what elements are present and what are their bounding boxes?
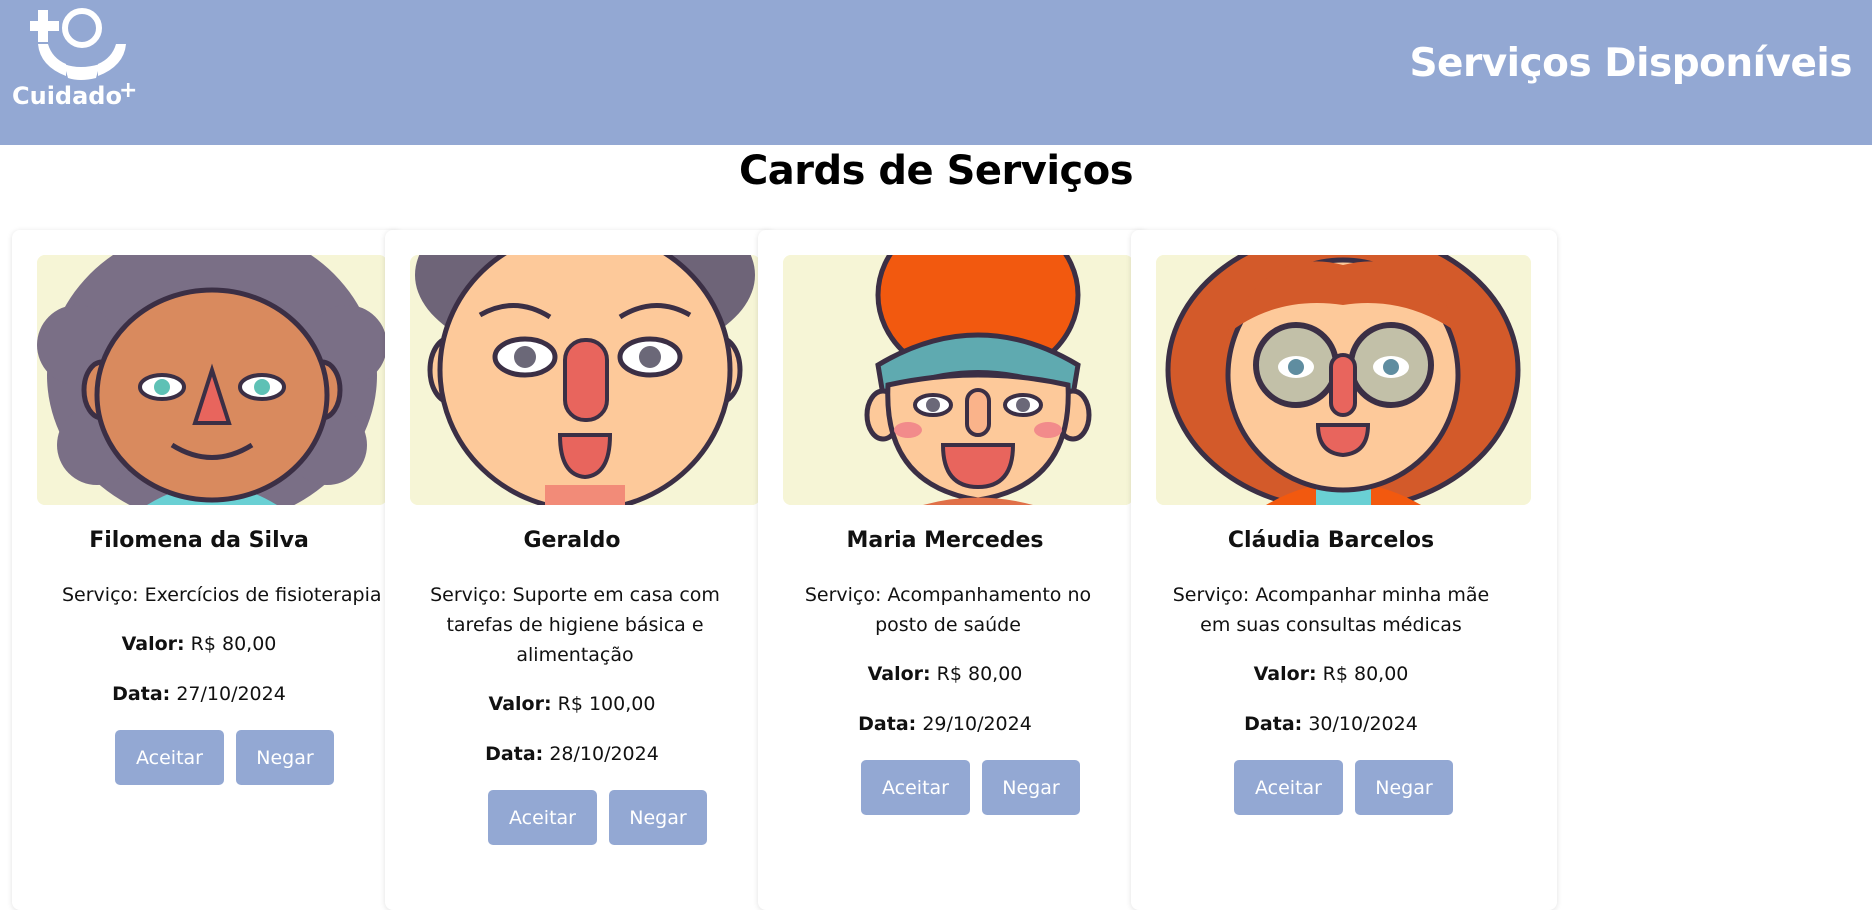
header-title: Serviços Disponíveis bbox=[1409, 41, 1852, 86]
woman-curly-gray-hair-avatar-icon bbox=[37, 255, 387, 505]
date-label: Data: bbox=[1244, 713, 1303, 735]
date-value: 28/10/2024 bbox=[549, 743, 659, 765]
value-amount: R$ 80,00 bbox=[190, 633, 277, 655]
care-hands-icon bbox=[30, 8, 126, 80]
value-label: Valor: bbox=[1253, 663, 1317, 685]
deny-button[interactable]: Negar bbox=[609, 790, 707, 845]
card-value: Valor: R$ 80,00 bbox=[758, 663, 1132, 685]
woman-red-hair-glasses-avatar-icon bbox=[1156, 255, 1531, 505]
date-value: 27/10/2024 bbox=[176, 683, 286, 705]
accept-button[interactable]: Aceitar bbox=[115, 730, 224, 785]
card-service: Serviço: Acompanhamento no posto de saúd… bbox=[804, 584, 1092, 636]
value-amount: R$ 80,00 bbox=[1322, 663, 1409, 685]
date-value: 29/10/2024 bbox=[922, 713, 1032, 735]
avatar bbox=[783, 255, 1133, 505]
value-amount: R$ 80,00 bbox=[936, 663, 1023, 685]
date-label: Data: bbox=[485, 743, 544, 765]
service-card: Filomena da Silva Serviço: Exercícios de… bbox=[12, 230, 402, 910]
card-date: Data: 28/10/2024 bbox=[385, 743, 759, 765]
logo-plus: + bbox=[119, 78, 138, 103]
service-card: Maria Mercedes Serviço: Acompanhamento n… bbox=[758, 230, 1148, 910]
service-card: Geraldo Serviço: Suporte em casa com tar… bbox=[385, 230, 775, 910]
value-label: Valor: bbox=[121, 633, 185, 655]
card-name: Maria Mercedes bbox=[846, 528, 1044, 553]
woman-beanie-headband-avatar-icon bbox=[783, 255, 1133, 505]
value-label: Valor: bbox=[867, 663, 931, 685]
service-card: Cláudia Barcelos Serviço: Acompanhar min… bbox=[1131, 230, 1557, 910]
card-date: Data: 30/10/2024 bbox=[1131, 713, 1531, 735]
date-label: Data: bbox=[858, 713, 917, 735]
accept-button[interactable]: Aceitar bbox=[488, 790, 597, 845]
date-value: 30/10/2024 bbox=[1308, 713, 1418, 735]
deny-button[interactable]: Negar bbox=[1355, 760, 1453, 815]
logo-text: Cuidado bbox=[12, 82, 122, 110]
card-name: Cláudia Barcelos bbox=[1227, 528, 1435, 553]
logo[interactable]: Cuidado + bbox=[10, 4, 140, 114]
card-name: Filomena da Silva bbox=[89, 528, 309, 553]
card-value: Valor: R$ 80,00 bbox=[1131, 663, 1531, 685]
avatar bbox=[410, 255, 760, 505]
value-amount: R$ 100,00 bbox=[557, 693, 656, 715]
date-label: Data: bbox=[112, 683, 171, 705]
card-service: Serviço: Acompanhar minha mãe em suas co… bbox=[1172, 584, 1490, 636]
card-service: Serviço: Exercícios de fisioterapia bbox=[62, 584, 382, 606]
avatar bbox=[37, 255, 387, 505]
page-title: Cards de Serviços bbox=[738, 148, 1134, 194]
top-header: Cuidado + Serviços Disponíveis bbox=[0, 0, 1872, 145]
avatar bbox=[1156, 255, 1531, 505]
card-name: Geraldo bbox=[523, 528, 621, 553]
man-gray-hair-avatar-icon bbox=[410, 255, 760, 505]
value-label: Valor: bbox=[488, 693, 552, 715]
card-value: Valor: R$ 80,00 bbox=[12, 633, 386, 655]
card-date: Data: 27/10/2024 bbox=[12, 683, 386, 705]
card-date: Data: 29/10/2024 bbox=[758, 713, 1132, 735]
card-value: Valor: R$ 100,00 bbox=[385, 693, 759, 715]
deny-button[interactable]: Negar bbox=[982, 760, 1080, 815]
accept-button[interactable]: Aceitar bbox=[1234, 760, 1343, 815]
card-service: Serviço: Suporte em casa com tarefas de … bbox=[430, 584, 720, 666]
deny-button[interactable]: Negar bbox=[236, 730, 334, 785]
accept-button[interactable]: Aceitar bbox=[861, 760, 970, 815]
